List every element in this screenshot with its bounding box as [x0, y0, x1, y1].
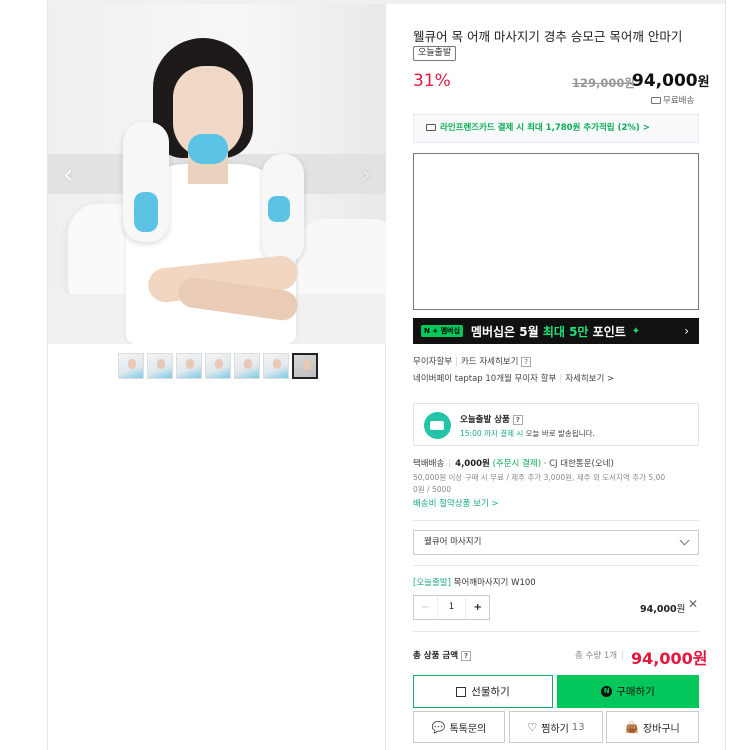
total-price: 94,000원 — [631, 649, 708, 668]
quantity-input[interactable]: 1 — [438, 596, 466, 619]
sale-price: 94,000원 — [632, 71, 710, 91]
total-quantity: 총 수량 1개 | — [575, 651, 624, 661]
chat-bubble-icon: 💬 — [431, 720, 446, 734]
membership-banner[interactable]: N + 멤버십 멤버십은 5월 최대 5만 포인트 ✦ › — [413, 318, 699, 344]
today-shipping-title: 오늘출발 상품 ? — [460, 413, 523, 425]
card-benefit-link[interactable]: 라인프렌즈카드 결제 시 최대 1,780원 추가적립 (2%) > — [413, 114, 699, 143]
product-main-image[interactable] — [48, 4, 386, 344]
wishlist-button-label: 찜하기 — [541, 723, 569, 735]
today-shipping-desc-text: 오늘 바로 발송됩니다. — [523, 429, 595, 438]
total-label: 총 상품 금액 ? — [413, 649, 471, 661]
selected-option-name: [오늘출발] 목어깨마사지기 W100 — [413, 576, 536, 588]
shipping-saving-link[interactable]: 배송비 절약상품 보기 > — [413, 497, 499, 509]
today-shipping-badge: 오늘출발 — [413, 46, 457, 61]
buy-button[interactable]: N 구매하기 — [557, 675, 699, 708]
installment-line: 무이자할부 | 카드 자세히보기 ? — [413, 355, 532, 367]
today-shipping-desc: 15:00 까지 결제 시 오늘 바로 발송됩니다. — [460, 428, 595, 439]
gift-button-label: 선물하기 — [471, 686, 510, 698]
quantity-stepper: − 1 + — [413, 595, 490, 620]
banner-text-prefix: 멤버십은 5월 — [470, 324, 543, 339]
thumbnail[interactable] — [147, 353, 173, 379]
chevron-right-icon: › — [684, 324, 689, 338]
original-price: 129,000원 — [572, 76, 635, 90]
divider — [413, 520, 699, 521]
thumbnail[interactable] — [118, 353, 144, 379]
wishlist-button[interactable]: ♡ 찜하기 13 — [509, 711, 603, 743]
wishlist-count: 13 — [571, 721, 585, 733]
shopping-bag-icon: 👜 — [625, 720, 639, 734]
installment-label: 무이자할부 — [413, 357, 453, 367]
quantity-increase-button[interactable]: + — [465, 596, 489, 619]
discount-rate: 31% — [413, 71, 451, 91]
installment-detail-link[interactable]: 자세히보기 > — [565, 374, 614, 384]
sale-price-unit: 원 — [697, 75, 710, 90]
remove-option-close-icon[interactable]: ✕ — [688, 597, 698, 611]
help-icon[interactable]: ? — [512, 414, 523, 425]
npay-membership-logo: N + 멤버십 — [421, 325, 463, 337]
truck-icon — [651, 97, 661, 104]
right-column-border — [725, 0, 726, 750]
help-icon[interactable]: ? — [521, 356, 532, 367]
cart-button[interactable]: 👜 장바구니 — [606, 711, 699, 743]
buy-button-label: 구매하기 — [616, 686, 655, 698]
today-shipping-cutoff: 15:00 까지 결제 시 — [460, 429, 524, 438]
heart-icon: ♡ — [527, 720, 538, 734]
selected-option-price: 94,000원 — [640, 601, 685, 615]
banner-text-suffix: 포인트 — [588, 324, 626, 339]
today-shipping-title-text: 오늘출발 상품 — [460, 415, 510, 425]
sale-price-value: 94,000 — [632, 71, 698, 91]
selected-option-tag: [오늘출발] — [413, 578, 451, 588]
npay-installment-text: 네이버페이 taptap 10개월 무이자 할부 — [413, 374, 557, 384]
option-select[interactable]: 웰큐어 마사지기 — [413, 530, 699, 555]
shipping-condition-1: 50,000원 이상 구매 시 무료 / 제주 추가 3,000원, 제주 외 … — [413, 473, 666, 482]
thumbnail-active[interactable] — [292, 353, 318, 379]
divider — [413, 631, 699, 632]
free-shipping: 무료배송 — [651, 94, 694, 106]
shipping-info: 택배배송 | 4,000원 (주문시 결제) · CJ 대한통운(오네) — [413, 459, 614, 469]
thumbnail[interactable] — [234, 353, 260, 379]
total-label-text: 총 상품 금액 — [413, 651, 459, 661]
credit-card-icon — [426, 124, 436, 131]
talk-button-label: 톡톡문의 — [449, 723, 487, 735]
chevron-down-icon — [679, 535, 690, 546]
shipping-condition-2: 0원 / 5000 — [413, 485, 452, 494]
npay-installment-line: 네이버페이 taptap 10개월 무이자 할부 | 자세히보기 > — [413, 374, 615, 384]
selected-option-price-unit: 원 — [676, 604, 686, 615]
product-title: 웰큐어 목 어깨 마사지기 경추 승모근 목어깨 안마기 — [413, 29, 683, 44]
today-shipping-box: 오늘출발 상품 ? 15:00 까지 결제 시 오늘 바로 발송됩니다. — [413, 403, 699, 446]
shipping-type: 택배배송 — [413, 459, 445, 469]
banner-text-highlight: 최대 5만 — [542, 324, 589, 339]
card-detail-link[interactable]: 카드 자세히보기 — [461, 357, 518, 367]
divider — [413, 565, 699, 566]
free-shipping-label: 무료배송 — [663, 96, 695, 106]
shipping-fee: 4,000원 — [455, 459, 490, 469]
delivery-truck-icon — [424, 412, 451, 439]
quantity-decrease-button[interactable]: − — [414, 596, 438, 619]
total-quantity-text: 총 수량 1개 — [575, 651, 618, 661]
gift-icon — [456, 686, 467, 697]
selected-option-price-value: 94,000 — [640, 604, 677, 615]
help-icon[interactable]: ? — [461, 650, 471, 661]
shipping-fee-note: (주문시 결제) — [492, 459, 542, 469]
cart-button-label: 장바구니 — [642, 723, 680, 735]
thumbnail[interactable] — [263, 353, 289, 379]
empty-content-box — [413, 153, 699, 310]
thumbnail[interactable] — [176, 353, 202, 379]
card-benefit-text: 라인프렌즈카드 결제 시 최대 1,780원 추가적립 (2%) > — [440, 123, 650, 133]
option-select-value: 웰큐어 마사지기 — [424, 537, 482, 547]
npay-logo-icon: N — [601, 686, 613, 697]
talk-inquiry-button[interactable]: 💬 톡톡문의 — [413, 711, 505, 743]
thumbnail[interactable] — [205, 353, 231, 379]
shipping-carrier: · CJ 대한통운(오네) — [543, 459, 614, 469]
banner-text: 멤버십은 5월 최대 5만 포인트 — [471, 323, 626, 340]
selected-option-title: 목어깨마사지기 W100 — [450, 578, 536, 588]
gallery-prev-arrow-icon[interactable]: ‹ — [58, 160, 78, 190]
gallery-next-arrow-icon[interactable]: › — [356, 160, 376, 190]
sparkle-icon: ✦ — [631, 325, 641, 337]
thumbnail-strip — [118, 353, 318, 379]
gift-button[interactable]: 선물하기 — [413, 675, 553, 708]
